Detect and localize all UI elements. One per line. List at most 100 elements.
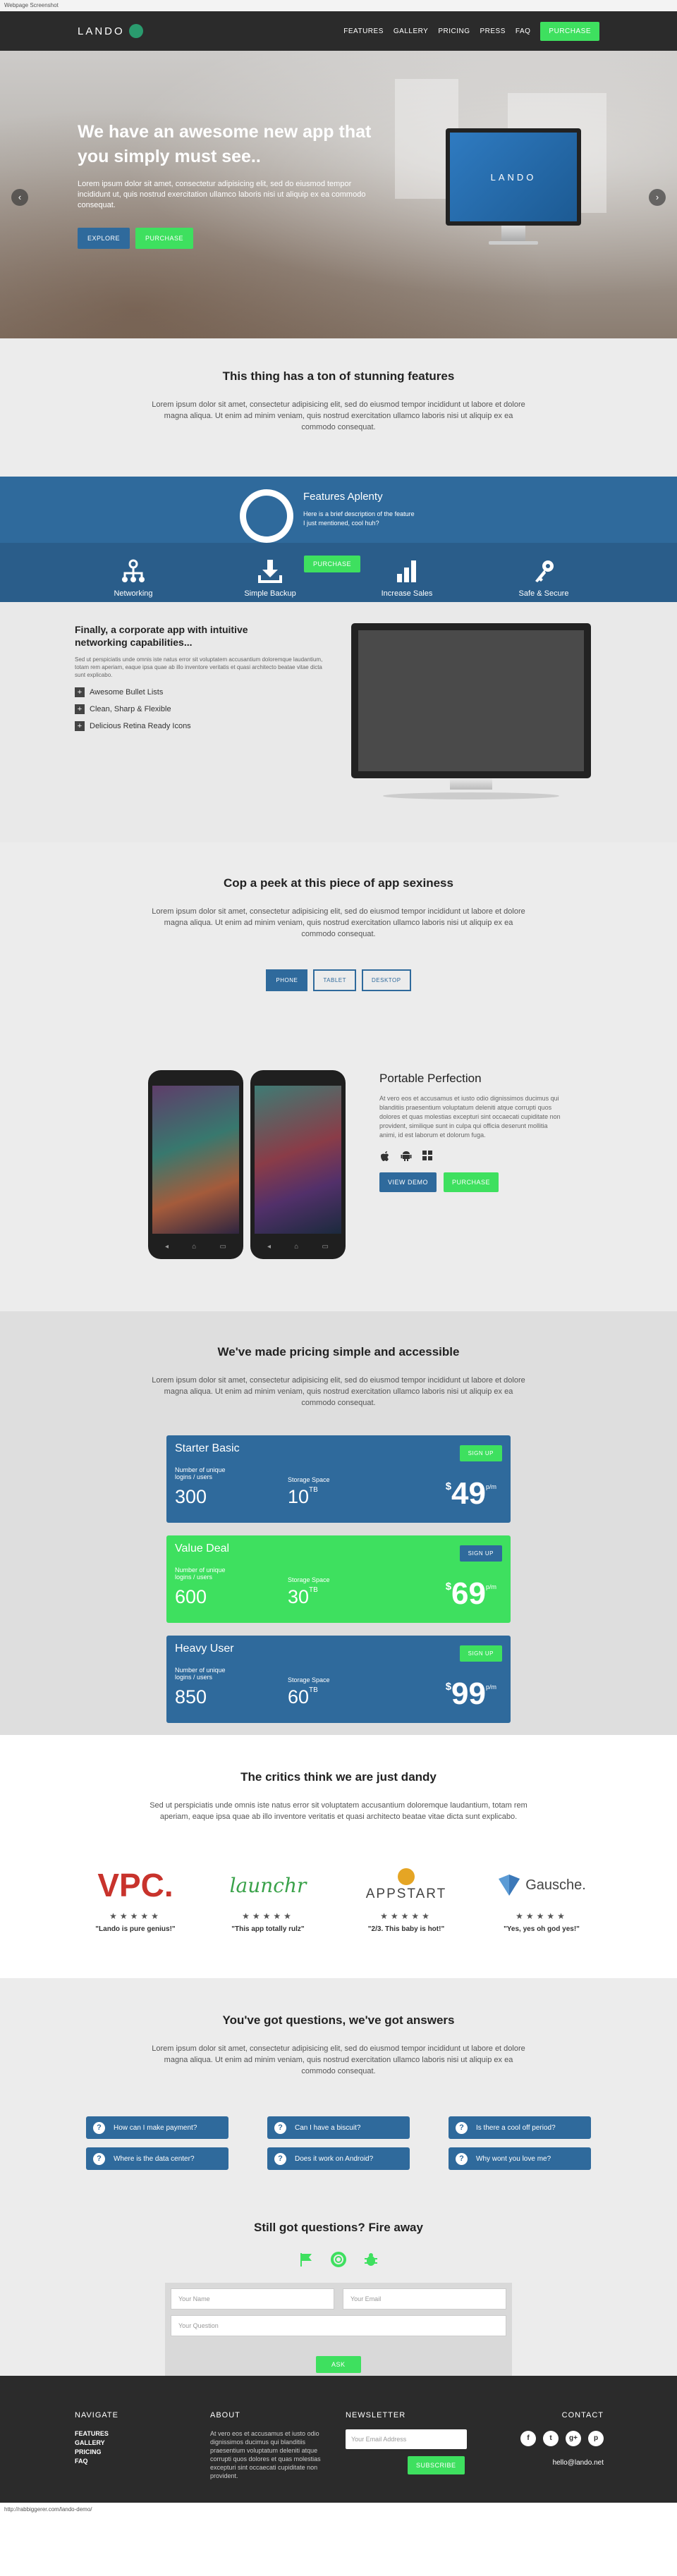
view-demo-button[interactable]: VIEW DEMO [379,1172,437,1192]
tab-desktop[interactable]: DESKTOP [362,969,411,991]
question-icon: ? [456,2152,468,2165]
footer: NAVIGATE FEATURES GALLERY PRICING FAQ AB… [0,2376,677,2517]
launchr-logo: launchr [229,1873,307,1897]
name-field[interactable]: Your Name [171,2288,334,2310]
menu-icon: ▭ [219,1243,226,1251]
navbar: LANDO FEATURES GALLERY PRICING PRESS FAQ… [0,11,677,51]
subscribe-button[interactable]: SUBSCRIBE [408,2456,465,2474]
prev-slide-arrow-icon[interactable]: ‹ [11,189,28,206]
home-icon: ⌂ [192,1243,197,1251]
users-label: Number of unique logins / users [175,1466,226,1480]
question-field[interactable]: Your Question [171,2315,506,2336]
nav-item-faq[interactable]: FAQ [516,27,531,35]
signup-button[interactable]: SIGN UP [459,1445,502,1461]
feature-sales[interactable]: Increase Sales [338,543,475,602]
storage-value: 30TB [288,1586,318,1607]
globe-icon [240,489,293,543]
faq-question[interactable]: ? Where is the data center? [86,2147,228,2170]
press-quote: "This app totally rulz" [231,1925,305,1933]
question-icon: ? [93,2152,105,2165]
plus-icon: + [75,704,85,714]
press-item: launchr ★★★★★ "This app totally rulz" [212,1865,324,1934]
plan-card: Starter Basic Number of unique logins / … [166,1435,511,1523]
footer-link[interactable]: GALLERY [75,2439,118,2448]
ask-button[interactable]: ASK [316,2356,361,2373]
back-icon: ◂ [165,1243,169,1251]
browser-note: Webpage Screenshot [0,0,677,11]
features-text: Lorem ipsum dolor sit amet, consectetur … [152,400,525,431]
page-url-note: http://rabbiggerer.com/lando-demo/ [0,2503,677,2517]
nav-item-pricing[interactable]: PRICING [438,27,470,35]
contact-email[interactable]: hello@lando.net [498,2459,604,2467]
press-quote: "Lando is pure genius!" [95,1925,176,1933]
device-tabs: PHONE TABLET DESKTOP [0,969,677,991]
question-icon: ? [456,2121,468,2134]
peek-title: Cop a peek at this piece of app sexiness [224,876,453,890]
feature-icons-row: Networking Simple Backup Increase Sales … [0,543,677,609]
hero-purchase-button[interactable]: PURCHASE [135,228,194,249]
features-band: Features Aplenty Here is a brief descrip… [0,477,677,572]
corporate-section: Finally, a corporate app with intuitive … [0,602,677,842]
desktop-monitor [351,623,591,799]
rating-stars: ★★★★★ [380,1911,432,1921]
footer-link[interactable]: PRICING [75,2448,118,2457]
features-section: This thing has a ton of stunning feature… [0,338,677,477]
peek-purchase-button[interactable]: PURCHASE [444,1172,499,1192]
plus-icon: + [75,687,85,697]
newsletter-email-field[interactable]: Your Email Address [346,2429,467,2449]
apple-icon [381,1151,389,1161]
google-plus-icon[interactable]: g+ [566,2431,581,2446]
faq-question[interactable]: ? Does it work on Android? [267,2147,410,2170]
users-value: 600 [175,1586,207,1607]
feature-secure[interactable]: Safe & Secure [475,543,612,602]
hero: We have an awesome new app that you simp… [0,51,677,338]
footer-about: ABOUT At vero eos et accusamus et iusto … [210,2411,327,2480]
plan-name: Heavy User [175,1643,234,1655]
pinterest-icon[interactable]: p [588,2431,604,2446]
critics-text: Sed ut perspiciatis unde omnis iste natu… [150,1801,527,1821]
nav-item-gallery[interactable]: GALLERY [394,27,428,35]
key-icon [475,557,612,585]
users-value: 300 [175,1486,207,1507]
faq-question[interactable]: ? Is there a cool off period? [449,2116,591,2139]
faq-question[interactable]: ? Can I have a biscuit? [267,2116,410,2139]
logo[interactable]: LANDO [78,24,143,38]
features-purchase-button[interactable]: PURCHASE [304,556,361,572]
portable-text: At vero eos et accusamus et iusto odio d… [379,1095,561,1139]
footer-link[interactable]: FEATURES [75,2429,118,2439]
faq-question[interactable]: ? Why wont you love me? [449,2147,591,2170]
tab-tablet[interactable]: TABLET [313,969,356,991]
footer-link[interactable]: FAQ [75,2457,118,2466]
storage-value: 10TB [288,1486,318,1507]
facebook-icon[interactable]: f [520,2431,536,2446]
footer-contact: CONTACT f t g+ p hello@lando.net [498,2411,604,2467]
nav-item-press[interactable]: PRESS [480,27,506,35]
contact-form: Your Name Your Email Your Question ASK [165,2283,512,2376]
footer-newsletter: NEWSLETTER Your Email Address SUBSCRIBE [346,2411,467,2474]
plan-price: $69p/m [445,1576,496,1611]
twitter-icon[interactable]: t [543,2431,559,2446]
faq-question[interactable]: ? How can I make payment? [86,2116,228,2139]
email-field[interactable]: Your Email [343,2288,506,2310]
lifebuoy-icon [331,2252,346,2267]
question-icon: ? [274,2121,286,2134]
next-slide-arrow-icon[interactable]: › [649,189,666,206]
tab-phone[interactable]: PHONE [266,969,308,991]
signup-button[interactable]: SIGN UP [459,1645,502,1662]
signup-button[interactable]: SIGN UP [459,1545,502,1562]
nav-item-features[interactable]: FEATURES [343,27,384,35]
plan-price: $49p/m [445,1476,496,1511]
bullet-list: + Awesome Bullet Lists + Clean, Sharp & Fl… [75,687,336,731]
feature-networking[interactable]: Networking [65,543,202,602]
nav-purchase-button[interactable]: PURCHASE [540,21,599,41]
phone-mockup: ◂ ⌂ ▭ [148,1070,243,1259]
critics-title: The critics think we are just dandy [240,1770,437,1784]
storage-label: Storage Space [288,1476,330,1483]
vpc-logo: VPC. [97,1867,173,1903]
footer-about-text: At vero eos et accusamus et iusto odio d… [210,2430,321,2479]
feature-backup[interactable]: Simple Backup [202,543,338,602]
explore-button[interactable]: EXPLORE [78,228,130,249]
storage-label: Storage Space [288,1576,330,1583]
network-icon [65,557,202,585]
gausche-logo: Gausche. [485,1865,598,1906]
